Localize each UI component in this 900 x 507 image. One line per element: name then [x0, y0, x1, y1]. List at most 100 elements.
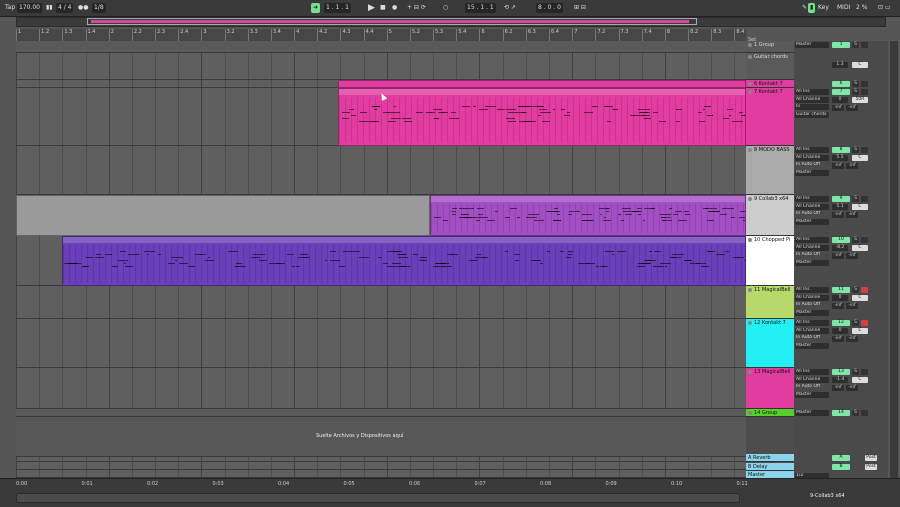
- volume-field[interactable]: 5.5: [832, 155, 848, 161]
- arm-button[interactable]: [861, 369, 868, 375]
- track-header[interactable]: Guitar chords: [746, 53, 794, 80]
- volume-field[interactable]: 1.3: [832, 62, 848, 68]
- io-selector[interactable]: All Channe: [795, 327, 829, 334]
- volume-field[interactable]: -1.4: [832, 377, 848, 383]
- lane-collab3[interactable]: [16, 195, 746, 236]
- arm-button[interactable]: [861, 320, 868, 326]
- io-selector[interactable]: All Channe: [795, 294, 829, 301]
- io-selector[interactable]: In Auto Off: [795, 162, 829, 168]
- lane-magicalbell-11[interactable]: [16, 286, 746, 319]
- track-fold-icon[interactable]: [748, 42, 752, 47]
- tempo-field[interactable]: 170.00: [17, 3, 42, 13]
- track-header[interactable]: 1 Group: [746, 41, 794, 53]
- track-fold-icon[interactable]: [748, 237, 752, 242]
- lane-group-1[interactable]: [16, 41, 746, 53]
- io-selector[interactable]: All Channe: [795, 203, 829, 210]
- pan-field[interactable]: C: [852, 245, 868, 251]
- track-fold-icon[interactable]: [748, 410, 752, 415]
- track-header[interactable]: 12 Kontakt 7: [746, 319, 794, 368]
- key-map-button[interactable]: ▮: [808, 3, 816, 13]
- time-ruler[interactable]: 0:00 0:01 0:02 0:03 0:04 0:05 0:06 0:07 0:08 0:09…: [16, 479, 748, 489]
- io-selector[interactable]: All Channe: [795, 154, 829, 161]
- track-header[interactable]: 9 Collab3 x64: [746, 195, 794, 236]
- io-selector[interactable]: All Ins: [795, 147, 829, 153]
- pan-field[interactable]: C: [852, 155, 868, 161]
- quantize-menu[interactable]: 1/8: [92, 3, 106, 13]
- arm-button[interactable]: [861, 81, 868, 87]
- track-fold-icon[interactable]: [748, 320, 752, 325]
- track-activator[interactable]: 9: [832, 196, 850, 202]
- track-header[interactable]: 6 Kontakt 7: [746, 80, 794, 88]
- lane-kontakt-6[interactable]: [16, 80, 746, 88]
- track-activator[interactable]: 13: [832, 369, 850, 375]
- metronome-icon[interactable]: ▮▮: [44, 3, 55, 13]
- io-selector[interactable]: Master: [795, 218, 829, 225]
- io-selector[interactable]: In Auto Off: [795, 335, 829, 341]
- io-selector[interactable]: Master: [795, 169, 829, 176]
- loop-length-field[interactable]: 8 . 0 . 0: [536, 3, 563, 13]
- clip-collab3-violet[interactable]: [430, 195, 746, 236]
- arm-button[interactable]: [861, 410, 868, 416]
- loop-start-field[interactable]: 15 . 1 . 1: [465, 3, 496, 13]
- io-selector[interactable]: All Ins: [795, 89, 829, 95]
- lane-chopped-pi[interactable]: [16, 236, 746, 286]
- post-button[interactable]: Post: [865, 455, 877, 461]
- io-selector[interactable]: Master: [795, 391, 829, 398]
- io-selector[interactable]: In Auto Off: [795, 211, 829, 217]
- track-fold-icon[interactable]: [748, 287, 752, 292]
- track-header[interactable]: 7 Kontakt 7: [746, 88, 794, 146]
- track-activator[interactable]: 14: [832, 410, 850, 416]
- horizontal-scrollbar[interactable]: [16, 493, 740, 503]
- solo-button[interactable]: S: [852, 147, 859, 153]
- track-activator[interactable]: 12: [832, 320, 850, 326]
- solo-button[interactable]: S: [852, 81, 859, 87]
- solo-button[interactable]: S: [852, 287, 859, 293]
- lane-magicalbell-13[interactable]: [16, 368, 746, 409]
- overview-window[interactable]: [87, 18, 697, 25]
- io-selector[interactable]: In Auto Off: [795, 252, 829, 258]
- track-activator[interactable]: 10: [832, 237, 850, 243]
- io-selector[interactable]: Master: [795, 410, 829, 416]
- play-icon[interactable]: ▶: [366, 3, 377, 13]
- arm-button[interactable]: [861, 287, 868, 293]
- io-selector[interactable]: All Ins: [795, 320, 829, 326]
- io-selector[interactable]: In Auto Off: [795, 384, 829, 390]
- pan-field[interactable]: C: [852, 62, 868, 68]
- clip-kontakt-6[interactable]: [338, 80, 746, 88]
- volume-field[interactable]: -8.2: [832, 245, 848, 251]
- io-selector[interactable]: All Channe: [795, 376, 829, 383]
- key-map-label[interactable]: Key: [816, 3, 831, 13]
- tap-button[interactable]: Tap: [3, 3, 17, 13]
- arm-button[interactable]: [861, 237, 868, 243]
- pan-field[interactable]: C: [852, 328, 868, 334]
- io-selector[interactable]: All Channe: [795, 96, 829, 103]
- follow-button[interactable]: ➜: [311, 3, 321, 13]
- volume-field[interactable]: 0: [832, 328, 848, 334]
- overdub-icon[interactable]: + ⊟ ⟳: [405, 3, 428, 13]
- track-fold-icon[interactable]: [748, 147, 752, 152]
- track-header[interactable]: 8 MODO BASS: [746, 146, 794, 195]
- volume-field[interactable]: 0: [832, 97, 848, 103]
- io-selector[interactable]: Master: [795, 259, 829, 266]
- pan-field[interactable]: 50R: [852, 97, 868, 103]
- arrangement-position[interactable]: 1 . 1 . 1: [324, 3, 351, 13]
- arm-button[interactable]: [861, 42, 868, 48]
- lane-guitar-chords[interactable]: [16, 53, 746, 80]
- track-activator[interactable]: 7: [832, 89, 850, 95]
- arm-button[interactable]: [861, 147, 868, 153]
- arrangement-overview[interactable]: [16, 17, 886, 27]
- stop-icon[interactable]: ■: [378, 3, 388, 13]
- io-selector[interactable]: Master: [795, 342, 829, 349]
- track-fold-icon[interactable]: [748, 81, 752, 86]
- solo-button[interactable]: S: [852, 237, 859, 243]
- return-activator[interactable]: A: [832, 455, 850, 461]
- follow-icon[interactable]: ●●: [76, 3, 90, 13]
- clip-collab3-grey[interactable]: [16, 195, 430, 236]
- track-header[interactable]: 13 MagicalBell: [746, 368, 794, 409]
- solo-button[interactable]: S: [852, 410, 859, 416]
- io-selector[interactable]: In: [795, 104, 829, 110]
- post-button[interactable]: Post: [865, 463, 877, 470]
- track-activator[interactable]: 8: [832, 147, 850, 153]
- record-icon[interactable]: ●: [390, 3, 399, 13]
- clip-kontakt-7[interactable]: [338, 88, 746, 146]
